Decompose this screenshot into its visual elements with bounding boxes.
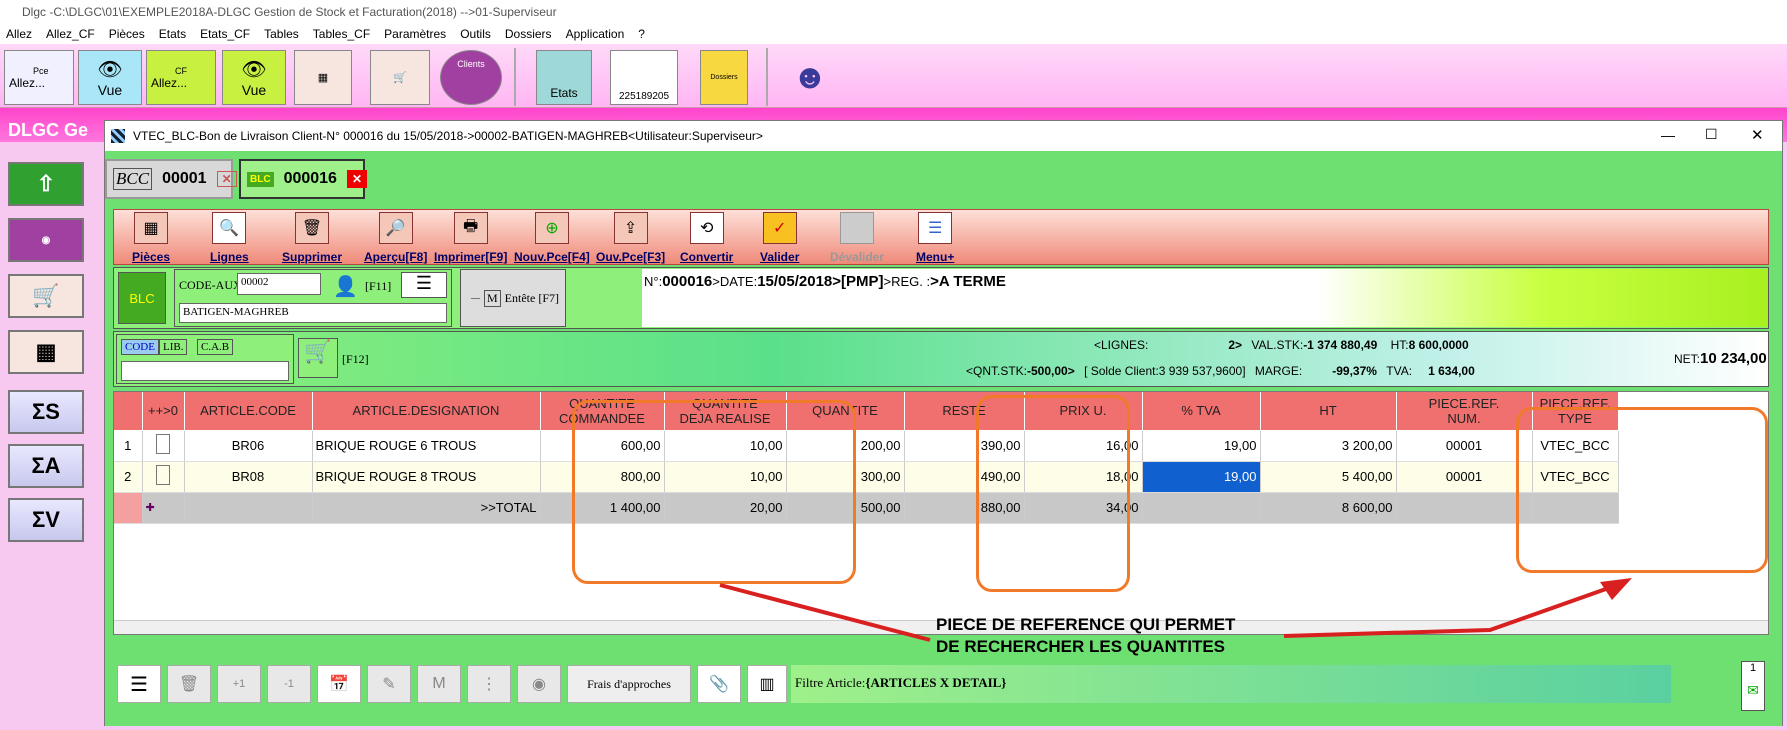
annotation-text: PIECE DE REFERENCE QUI PERMET DE RECHERC…: [936, 615, 1236, 656]
annotation-arrows: [719, 578, 1632, 642]
